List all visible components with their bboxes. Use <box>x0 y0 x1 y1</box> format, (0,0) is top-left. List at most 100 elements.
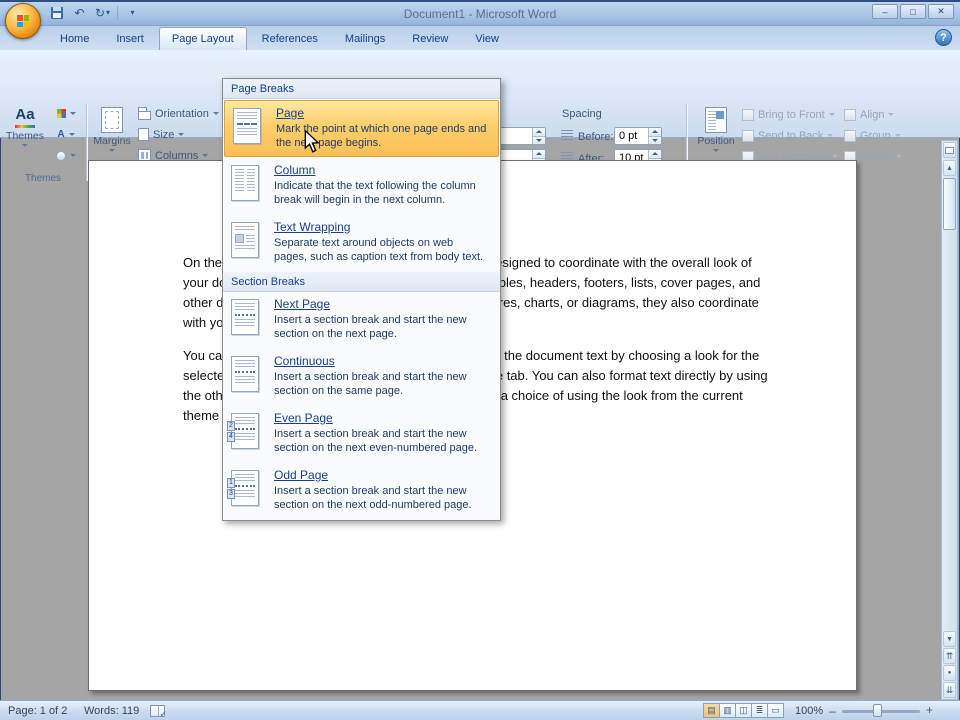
group-label: Group <box>860 129 891 142</box>
view-ruler-button[interactable] <box>943 142 956 158</box>
help-button[interactable]: ? <box>935 29 952 46</box>
outline-view-button[interactable]: ≣ <box>751 703 768 718</box>
menu-item-next-page-section[interactable]: Next Page Insert a section break and star… <box>223 292 500 349</box>
chevron-down-icon <box>828 113 835 116</box>
zoom-out-button[interactable]: – <box>829 704 836 718</box>
page-number-status[interactable]: Page: 1 of 2 <box>8 705 67 717</box>
continuous-section-menu-icon <box>231 354 265 392</box>
vertical-scrollbar[interactable]: ▲ ▼ ⇈ ● ⇊ <box>941 140 958 700</box>
bring-to-front-button[interactable]: Bring to Front <box>742 106 838 123</box>
menu-item-odd-page-section[interactable]: 13 Odd Page Insert a section break and st… <box>223 463 500 520</box>
menu-item-title: Page <box>276 106 305 120</box>
save-button[interactable] <box>48 4 65 21</box>
breaks-dropdown-menu: Page Breaks Page Mark the point at which … <box>222 78 501 521</box>
next-page-button[interactable]: ⇊ <box>943 682 956 698</box>
zoom-in-button[interactable]: + <box>926 703 933 717</box>
size-button[interactable]: Size <box>134 126 223 143</box>
menu-item-title: Continuous <box>274 354 335 368</box>
select-browse-object-button[interactable]: ● <box>943 665 956 681</box>
spacing-before-label: Before: <box>578 131 614 143</box>
menu-item-text-wrapping-break[interactable]: Text Wrapping Separate text around object… <box>223 215 500 272</box>
zoom-slider-thumb[interactable] <box>873 704 882 717</box>
zoom-level-button[interactable]: 100% <box>795 705 823 717</box>
chevron-down-icon <box>894 134 901 137</box>
theme-fonts-button[interactable]: A <box>50 126 82 143</box>
minimize-button[interactable]: – <box>872 4 898 19</box>
page-setup-buttons: Orientation Size Columns <box>134 105 223 164</box>
orientation-icon <box>138 107 151 120</box>
tab-references[interactable]: References <box>250 27 330 50</box>
menu-item-even-page-section[interactable]: 24 Even Page Insert a section break and s… <box>223 406 500 463</box>
proofing-status-button[interactable]: ✓ <box>150 705 167 719</box>
orientation-label: Orientation <box>155 107 209 120</box>
themes-button[interactable]: Aa Themes <box>4 103 46 169</box>
tab-view[interactable]: View <box>463 27 511 50</box>
chevron-down-icon <box>22 144 28 147</box>
tab-review[interactable]: Review <box>400 27 460 50</box>
previous-page-button[interactable]: ⇈ <box>943 648 956 664</box>
chevron-down-icon <box>70 154 76 157</box>
menu-header-section-breaks: Section Breaks <box>223 272 500 292</box>
draft-view-button[interactable]: ▭ <box>767 703 784 718</box>
send-to-back-icon <box>742 129 754 142</box>
arrange-buttons-left: Bring to Front Send to Back Text Wrappin… <box>742 106 839 165</box>
chevron-down-icon <box>827 134 834 137</box>
themes-button-label: Themes <box>6 130 44 142</box>
scroll-up-button[interactable]: ▲ <box>943 160 956 176</box>
chevron-down-icon: ▾ <box>130 8 135 17</box>
full-screen-reading-view-button[interactable]: ▥ <box>719 703 736 718</box>
next-page-section-menu-icon <box>231 297 265 335</box>
redo-button[interactable]: ↻ ▾ <box>94 4 111 21</box>
chevron-down-icon <box>202 154 209 157</box>
align-label: Align <box>860 108 885 121</box>
toolbar-separator <box>117 5 118 20</box>
align-button[interactable]: Align <box>844 106 902 123</box>
scroll-down-button[interactable]: ▼ <box>943 631 956 647</box>
customize-qat-button[interactable]: ▾ <box>124 4 141 21</box>
chevron-down-icon <box>832 155 839 158</box>
print-layout-view-button[interactable]: ▤ <box>703 703 720 718</box>
page-size-icon <box>138 128 149 141</box>
orientation-button[interactable]: Orientation <box>134 105 223 122</box>
menu-item-continuous-section[interactable]: Continuous Insert a section break and sta… <box>223 349 500 406</box>
menu-item-description: Indicate that the text following the col… <box>274 180 476 206</box>
align-icon <box>844 108 856 121</box>
web-layout-view-button[interactable]: ◫ <box>735 703 752 718</box>
chevron-down-icon <box>69 112 76 115</box>
tab-page-layout[interactable]: Page Layout <box>158 27 247 50</box>
chevron-down-icon: ▾ <box>106 8 111 17</box>
spinner-control[interactable] <box>648 128 661 144</box>
menu-item-title: Odd Page <box>274 468 329 482</box>
theme-colors-icon <box>56 109 66 118</box>
tab-insert[interactable]: Insert <box>104 27 156 50</box>
word-window: Document1 - Microsoft Word ↶ ↻ ▾ ▾ – □ ✕ … <box>0 0 960 720</box>
even-page-section-menu-icon: 24 <box>227 411 265 449</box>
theme-effects-button[interactable] <box>50 147 82 164</box>
themes-aa-icon: Aa <box>15 106 35 123</box>
maximize-button[interactable]: □ <box>900 4 926 19</box>
group-icon <box>844 129 856 142</box>
themes-mini-buttons: A <box>50 105 82 164</box>
tab-home[interactable]: Home <box>48 27 101 50</box>
chevron-down-icon <box>888 113 895 116</box>
menu-item-description: Insert a section break and start the new… <box>274 371 467 397</box>
menu-item-page-break[interactable]: Page Mark the point at which one page end… <box>224 100 499 157</box>
word-count-status[interactable]: Words: 119 <box>84 705 139 717</box>
window-controls: – □ ✕ <box>872 4 954 19</box>
spinner-control[interactable] <box>532 128 545 144</box>
column-break-menu-icon <box>231 163 265 201</box>
rotate-label: Rotate <box>860 150 893 163</box>
spacing-before-field[interactable]: 0 pt <box>614 127 662 145</box>
group-button[interactable]: Group <box>844 127 902 144</box>
close-button[interactable]: ✕ <box>928 4 954 19</box>
menu-item-column-break[interactable]: Column Indicate that the text following t… <box>223 158 500 215</box>
office-button[interactable] <box>5 3 41 39</box>
undo-button[interactable]: ↶ <box>71 4 88 21</box>
send-to-back-button[interactable]: Send to Back <box>742 127 838 144</box>
scrollbar-thumb[interactable] <box>943 178 956 230</box>
spacing-before-icon <box>561 130 573 141</box>
page-number-badge: 2 <box>227 421 235 431</box>
menu-item-title: Even Page <box>274 411 333 425</box>
theme-colors-button[interactable] <box>50 105 82 122</box>
tab-mailings[interactable]: Mailings <box>333 27 397 50</box>
